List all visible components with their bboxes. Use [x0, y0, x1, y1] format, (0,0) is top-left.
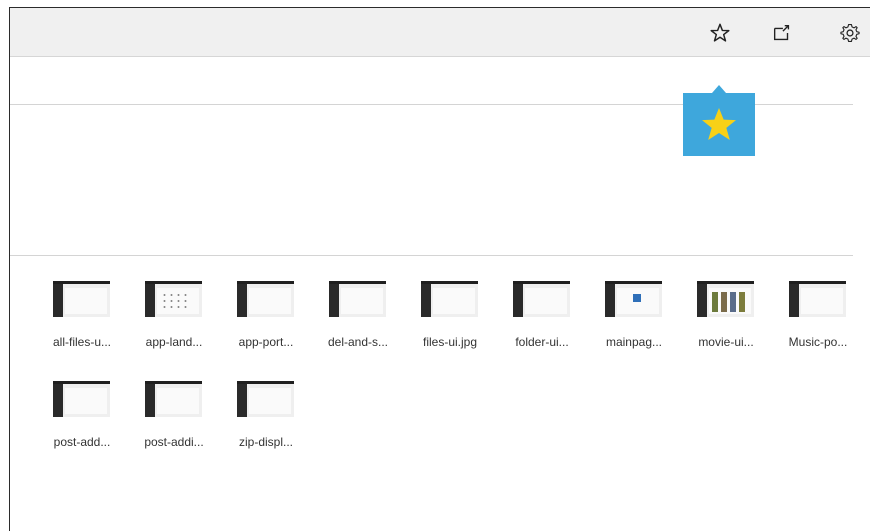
- file-tile[interactable]: files-ui.jpg: [396, 276, 486, 366]
- file-tile[interactable]: app-land...: [120, 276, 210, 366]
- file-tile[interactable]: folder-ui...: [488, 276, 578, 366]
- callout-pointer: [712, 85, 726, 93]
- favorite-star-icon[interactable]: [705, 18, 735, 48]
- file-thumbnail: [145, 381, 202, 417]
- file-thumbnail: [53, 281, 110, 317]
- file-tile[interactable]: del-and-s...: [304, 276, 394, 366]
- favorite-callout: [683, 85, 755, 156]
- file-name: zip-displ...: [238, 435, 294, 449]
- share-icon[interactable]: [767, 18, 797, 48]
- browser-window: all-files-u... app-land... app-port... d…: [9, 7, 870, 531]
- file-name: Music-po...: [788, 335, 848, 349]
- file-tile[interactable]: movie-ui...: [672, 276, 762, 366]
- file-thumbnail: [697, 281, 754, 317]
- file-thumbnail: [53, 381, 110, 417]
- file-tile[interactable]: Music-po...: [764, 276, 854, 366]
- file-thumbnail: [513, 281, 570, 317]
- file-tile[interactable]: post-addi...: [120, 376, 210, 466]
- file-thumbnail: [789, 281, 846, 317]
- file-thumbnail: [329, 281, 386, 317]
- file-tile[interactable]: app-port...: [212, 276, 302, 366]
- file-tile[interactable]: all-files-u...: [28, 276, 118, 366]
- address-bar[interactable]: [10, 8, 870, 57]
- divider: [10, 255, 853, 256]
- file-tile[interactable]: mainpag...: [580, 276, 670, 366]
- file-thumbnail: [145, 281, 202, 317]
- callout-box: [683, 93, 755, 156]
- file-tile[interactable]: post-add...: [28, 376, 118, 466]
- file-tile[interactable]: zip-displ...: [212, 376, 302, 466]
- file-thumbnail: [421, 281, 478, 317]
- file-thumbnail: [605, 281, 662, 317]
- settings-gear-icon[interactable]: [835, 18, 865, 48]
- file-thumbnail: [237, 281, 294, 317]
- file-thumbnail: [237, 381, 294, 417]
- star-filled-icon: [702, 107, 736, 140]
